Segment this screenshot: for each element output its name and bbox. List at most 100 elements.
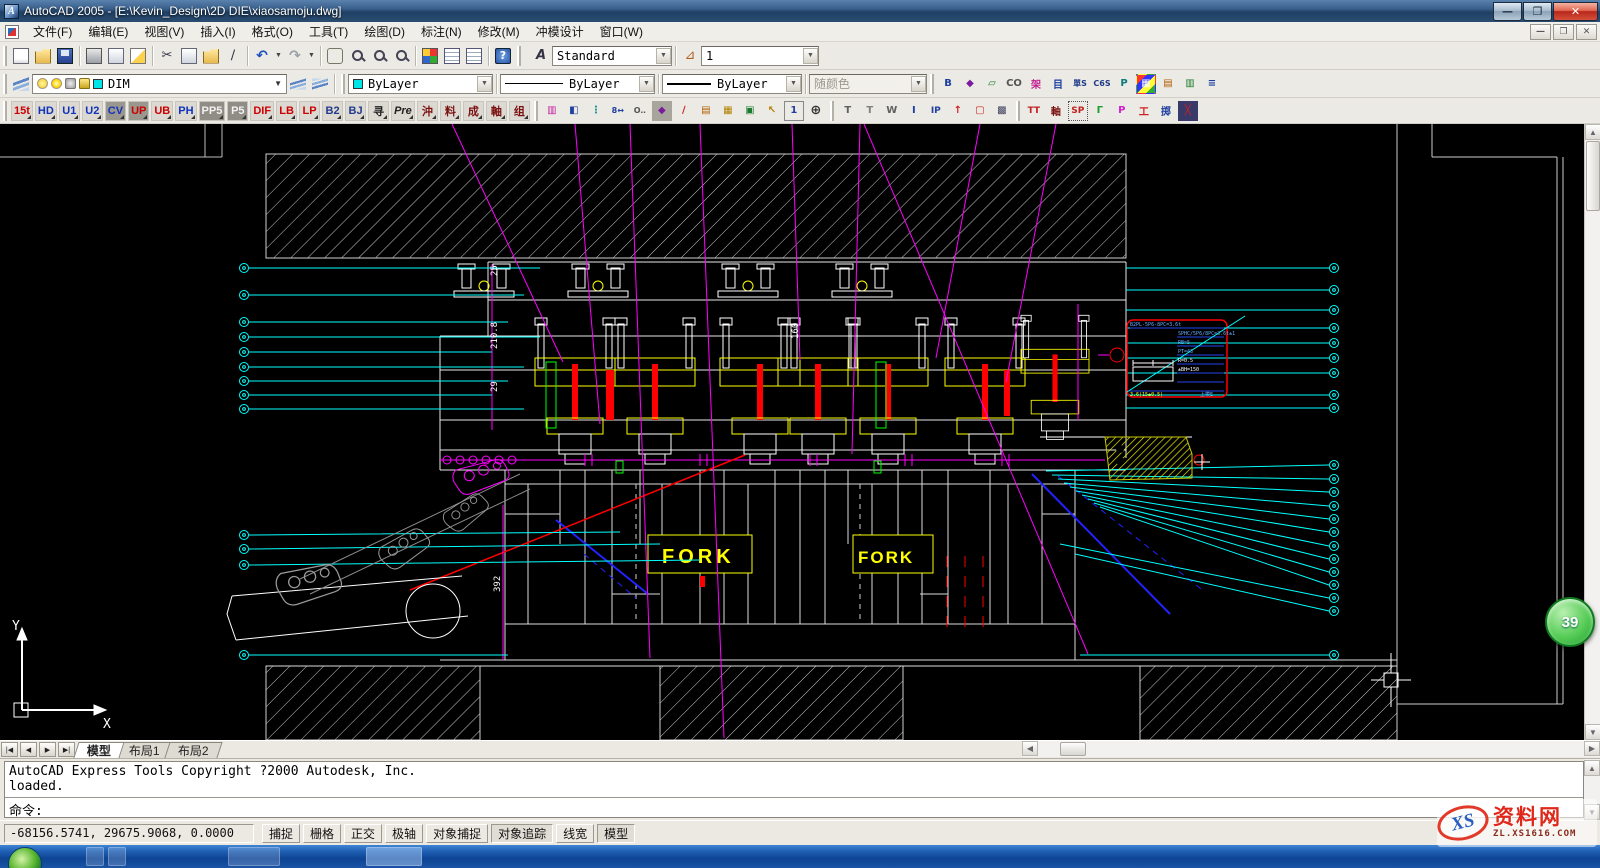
lift-tool-button[interactable]: ↑	[948, 101, 968, 121]
die-tool-u1[interactable]: U1	[59, 101, 80, 121]
zoom-previous-button[interactable]	[390, 45, 412, 67]
clipboard-tool-button[interactable]: ▦	[718, 101, 738, 121]
minimize-button[interactable]: —	[1493, 2, 1522, 21]
drawing-viewport[interactable]: FORK FORK	[0, 124, 1600, 740]
layer-freeze-sun-icon[interactable]	[51, 78, 62, 89]
die-tool-axis[interactable]: 軸	[486, 101, 507, 121]
save-button[interactable]	[54, 45, 76, 67]
scroll-down-icon[interactable]: ▼	[1585, 724, 1600, 740]
match-properties-button[interactable]: ∕	[222, 45, 244, 67]
die-tool-hd[interactable]: HD	[35, 101, 57, 121]
punch-b-tool-button[interactable]: T	[860, 101, 880, 121]
combo-arrow-icon[interactable]: ▼	[274, 79, 282, 88]
die-tool-bj[interactable]: BJ	[345, 101, 366, 121]
dim-style-combo[interactable]: 1 ▼	[701, 46, 819, 66]
window-one-tool-button[interactable]: 1	[784, 101, 804, 121]
scroll-left-icon[interactable]: ◀	[1022, 741, 1038, 756]
windows-taskbar[interactable]	[0, 845, 1600, 868]
scrollbar-thumb[interactable]	[1586, 141, 1600, 211]
layer-lock-icon[interactable]	[79, 78, 90, 89]
osnap-toggle[interactable]: 对象捕捉	[426, 824, 488, 843]
scroll-up-icon[interactable]: ▲	[1585, 124, 1600, 140]
toolbar-grip[interactable]	[534, 101, 538, 121]
die-tool-cv[interactable]: CV	[105, 101, 126, 121]
throw-tool-button[interactable]: 掷	[1156, 101, 1176, 121]
layer-list-tool-button[interactable]: ▥	[1180, 74, 1200, 94]
point-style-tool-button[interactable]: ⋮	[586, 101, 606, 121]
snap-toggle[interactable]: 捕捉	[262, 824, 300, 843]
die-tool-punch[interactable]: 沖	[417, 101, 438, 121]
unit-tool-button[interactable]: 單S	[1070, 74, 1090, 94]
plot-button[interactable]	[83, 45, 105, 67]
publish-button[interactable]	[127, 45, 149, 67]
horizontal-scrollbar[interactable]: ◀ ▶	[1022, 741, 1600, 757]
combo-arrow-icon[interactable]: ▼	[477, 76, 492, 92]
menu-file[interactable]: 文件(F)	[25, 21, 80, 42]
zoom-realtime-button[interactable]	[346, 45, 368, 67]
door-tool-button[interactable]: ▣	[740, 101, 760, 121]
make-object-layer-button[interactable]	[287, 73, 309, 95]
pick-tool-button[interactable]: ↖	[762, 101, 782, 121]
cross-panel-tool-button[interactable]: ╳	[1178, 101, 1198, 121]
pan-button[interactable]	[324, 45, 346, 67]
menu-view[interactable]: 视图(V)	[136, 21, 192, 42]
layer-manager-button[interactable]	[10, 73, 32, 95]
tab-first-button[interactable]: |◀	[1, 742, 18, 757]
list-tool-button[interactable]: 目	[1048, 74, 1068, 94]
menu-window[interactable]: 窗口(W)	[592, 21, 651, 42]
coordinate-readout[interactable]: -68156.5741, 29675.9068, 0.0000	[4, 824, 254, 843]
die-tool-pp5[interactable]: PP5	[199, 101, 226, 121]
new-button[interactable]	[10, 45, 32, 67]
tab-layout2[interactable]: 布局2	[164, 742, 222, 758]
combo-arrow-icon[interactable]: ▼	[786, 76, 801, 92]
ortho-toggle[interactable]: 正交	[344, 824, 382, 843]
die-tool-u2[interactable]: U2	[82, 101, 103, 121]
copy-sheets-tool-button[interactable]: ▤	[696, 101, 716, 121]
die-tool-p5[interactable]: P5	[227, 101, 248, 121]
magenta-p-tool-button[interactable]: P	[1112, 101, 1132, 121]
green-bracket-tool-button[interactable]: Γ	[1090, 101, 1110, 121]
tt-tool-button[interactable]: TT	[1024, 101, 1044, 121]
dim-style-button[interactable]: ⊿	[679, 45, 701, 67]
die-tool-group[interactable]: 组	[509, 101, 530, 121]
menu-edit[interactable]: 编辑(E)	[80, 21, 136, 42]
layer-combo[interactable]: DIM ▼	[32, 74, 287, 94]
key-tool-button[interactable]: O‥	[630, 101, 650, 121]
die-tool-find[interactable]: 寻	[368, 101, 389, 121]
eraser-tool-button[interactable]: ◆	[960, 74, 980, 94]
spool-tool-button[interactable]: 工	[1134, 101, 1154, 121]
titlebar[interactable]: A AutoCAD 2005 - [E:\Kevin_Design\2D DIE…	[0, 0, 1600, 22]
die-tool-lb[interactable]: LB	[276, 101, 297, 121]
scroll-up-icon[interactable]: ▲	[1584, 760, 1600, 776]
start-orb-icon[interactable]	[8, 847, 42, 868]
punch-a-tool-button[interactable]: T	[838, 101, 858, 121]
otrack-toggle[interactable]: 对象追踪	[491, 824, 553, 843]
cos-tool-button[interactable]: C6S	[1092, 74, 1112, 94]
die-tool-b2[interactable]: B2	[322, 101, 343, 121]
color-combo[interactable]: ByLayer ▼	[348, 74, 493, 94]
menu-format[interactable]: 格式(O)	[244, 21, 301, 42]
designcenter-button[interactable]	[441, 45, 463, 67]
grid-toggle[interactable]: 栅格	[303, 824, 341, 843]
plus-circle-tool-button[interactable]: ⊕	[806, 101, 826, 121]
close-button[interactable]: ✕	[1553, 2, 1598, 21]
plot-preview-button[interactable]	[105, 45, 127, 67]
undo-dropdown[interactable]: ▼	[273, 46, 284, 66]
redo-button[interactable]: ↷	[284, 45, 306, 67]
drawing-file-icon[interactable]	[5, 25, 19, 39]
red-pencil-tool-button[interactable]: ∕	[674, 101, 694, 121]
axis-tool-button[interactable]: 軸	[1046, 101, 1066, 121]
linetype-combo[interactable]: ByLayer ▼	[500, 74, 655, 94]
color-palette-tool-button[interactable]: ▦	[1136, 74, 1156, 94]
help-button[interactable]: ?	[492, 45, 514, 67]
layer-previous-button[interactable]	[309, 73, 331, 95]
toolbar-grip[interactable]	[930, 74, 934, 94]
taskbar-icon[interactable]	[108, 847, 126, 866]
command-line-window[interactable]: AutoCAD Express Tools Copyright ?2000 Au…	[0, 758, 1600, 820]
tab-last-button[interactable]: ▶|	[58, 742, 75, 757]
tab-next-button[interactable]: ▶	[39, 742, 56, 757]
tab-prev-button[interactable]: ◀	[20, 742, 37, 757]
screw-tool-button[interactable]: I	[904, 101, 924, 121]
sp-tool-button[interactable]: SP	[1068, 101, 1088, 121]
redo-dropdown[interactable]: ▼	[306, 46, 317, 66]
